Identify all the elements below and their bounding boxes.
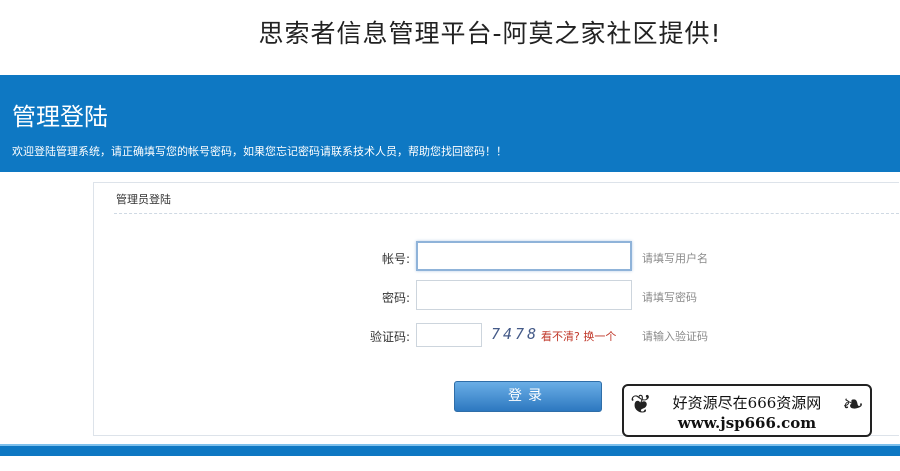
captcha-refresh-link[interactable]: 看不清? 换一个 — [541, 328, 616, 344]
account-label: 帐号: — [381, 252, 410, 266]
captcha-hint: 请输入验证码 — [642, 330, 708, 343]
account-input[interactable] — [416, 241, 632, 271]
account-hint: 请填写用户名 — [642, 252, 708, 265]
panel-title: 管理员登陆 — [116, 193, 171, 206]
captcha-label: 验证码: — [369, 330, 410, 344]
password-input[interactable] — [416, 280, 632, 310]
watermark-line1: 好资源尽在666资源网 — [672, 394, 822, 412]
panel-divider — [114, 213, 899, 214]
captcha-image[interactable]: 7478 — [491, 324, 536, 344]
footer-bar — [0, 444, 900, 456]
password-label: 密码: — [381, 291, 410, 305]
captcha-input[interactable] — [416, 323, 482, 347]
page-title: 思索者信息管理平台-阿莫之家社区提供! — [258, 19, 722, 48]
welcome-message: 欢迎登陆管理系统，请正确填写您的帐号密码，如果您忘记密码请联系技术人员，帮助您找… — [12, 145, 507, 158]
login-button[interactable]: 登录 — [454, 381, 602, 412]
header-title: 管理登陆 — [12, 103, 108, 131]
watermark-stamp: ❦ ❧ 好资源尽在666资源网 www.jsp666.com — [622, 384, 872, 437]
header-banner: 管理登陆 欢迎登陆管理系统，请正确填写您的帐号密码，如果您忘记密码请联系技术人员… — [0, 75, 900, 172]
watermark-line2: www.jsp666.com — [677, 414, 817, 432]
password-hint: 请填写密码 — [642, 291, 697, 304]
